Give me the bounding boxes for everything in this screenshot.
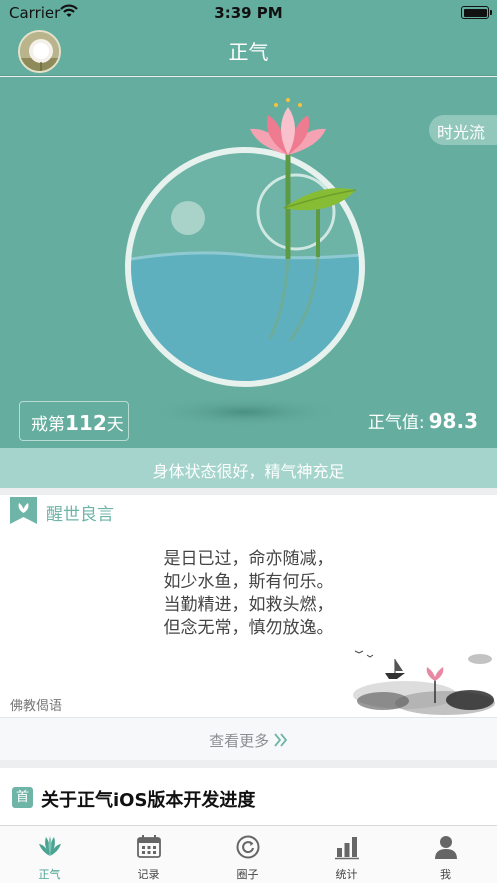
tab-label: 统计 [335, 868, 358, 881]
tab-label: 正气 [38, 868, 61, 881]
see-more-button[interactable]: 查看更多 [0, 717, 497, 760]
tab-records[interactable]: 记录 [99, 826, 198, 883]
lotus-icon [39, 836, 61, 856]
person-icon [435, 836, 457, 859]
see-more-text: 查看更多 [209, 732, 270, 750]
streak-days-box: 戒第112天 [19, 401, 129, 441]
nav-bar: 正气 [0, 26, 497, 76]
quote-text: 是日已过，命亦随减， 如少水鱼，斯有何乐。 当勤精进，如救头燃， 但念无常，慎勿… [0, 548, 497, 640]
streak-suffix: 天 [106, 415, 124, 435]
lotus-fishbowl-illustration [125, 98, 365, 428]
tab-stats[interactable]: 统计 [297, 826, 396, 883]
timeline-button[interactable]: 时光流 [429, 115, 497, 145]
clock: 3:39 PM [214, 4, 283, 22]
news-item[interactable]: 首 关于正气iOS版本开发进度 [0, 768, 497, 825]
news-title: 关于正气iOS版本开发进度 [41, 790, 256, 811]
tab-me[interactable]: 我 [396, 826, 495, 883]
streak-count: 112 [65, 411, 107, 435]
quote-line: 是日已过，命亦随减， [163, 549, 334, 569]
quote-line: 但念无常，慎勿放逸。 [163, 618, 334, 638]
streak-prefix: 戒第 [31, 415, 65, 435]
tab-bar: 正气 记录 圈子 统计 我 [0, 825, 497, 883]
tab-label: 圈子 [236, 868, 259, 881]
status-bar: Carrier 3:39 PM [0, 0, 497, 26]
energy-value-number: 98.3 [428, 409, 478, 433]
bar-chart-icon [335, 837, 359, 860]
battery-icon [461, 6, 492, 19]
circle-refresh-icon [236, 835, 260, 859]
tab-zhengqi[interactable]: 正气 [0, 826, 99, 883]
double-chevron-right-icon [274, 732, 288, 750]
top-badge: 首 [12, 787, 33, 808]
quote-card: 醒世良言 是日已过，命亦随减， 如少水鱼，斯有何乐。 当勤精进，如救头燃， 但念… [0, 495, 497, 717]
page-title: 正气 [228, 40, 269, 64]
state-message-bar: 身体状态很好，精气神充足 [0, 448, 497, 488]
quote-section-title: 醒世良言 [46, 505, 114, 525]
see-more-label: 查看更多 [0, 730, 497, 751]
tab-label: 我 [440, 868, 451, 881]
quote-source: 佛教偈语 [10, 699, 63, 714]
ink-painting-decoration [353, 650, 495, 715]
app-screen: Carrier 3:39 PM 正气 时光流 戒第112天 正气值: 98.3 … [0, 0, 497, 883]
calendar-icon [137, 835, 161, 858]
hero-panel: 时光流 戒第112天 正气值: 98.3 [0, 77, 497, 448]
tab-label: 记录 [137, 868, 160, 881]
energy-value: 正气值: 98.3 [368, 408, 478, 433]
bookmark-lotus-icon [10, 497, 38, 529]
quote-line: 当勤精进，如救头燃， [163, 595, 334, 615]
energy-value-label: 正气值: [367, 413, 425, 433]
tab-circle[interactable]: 圈子 [198, 826, 297, 883]
quote-line: 如少水鱼，斯有何乐。 [163, 572, 334, 592]
